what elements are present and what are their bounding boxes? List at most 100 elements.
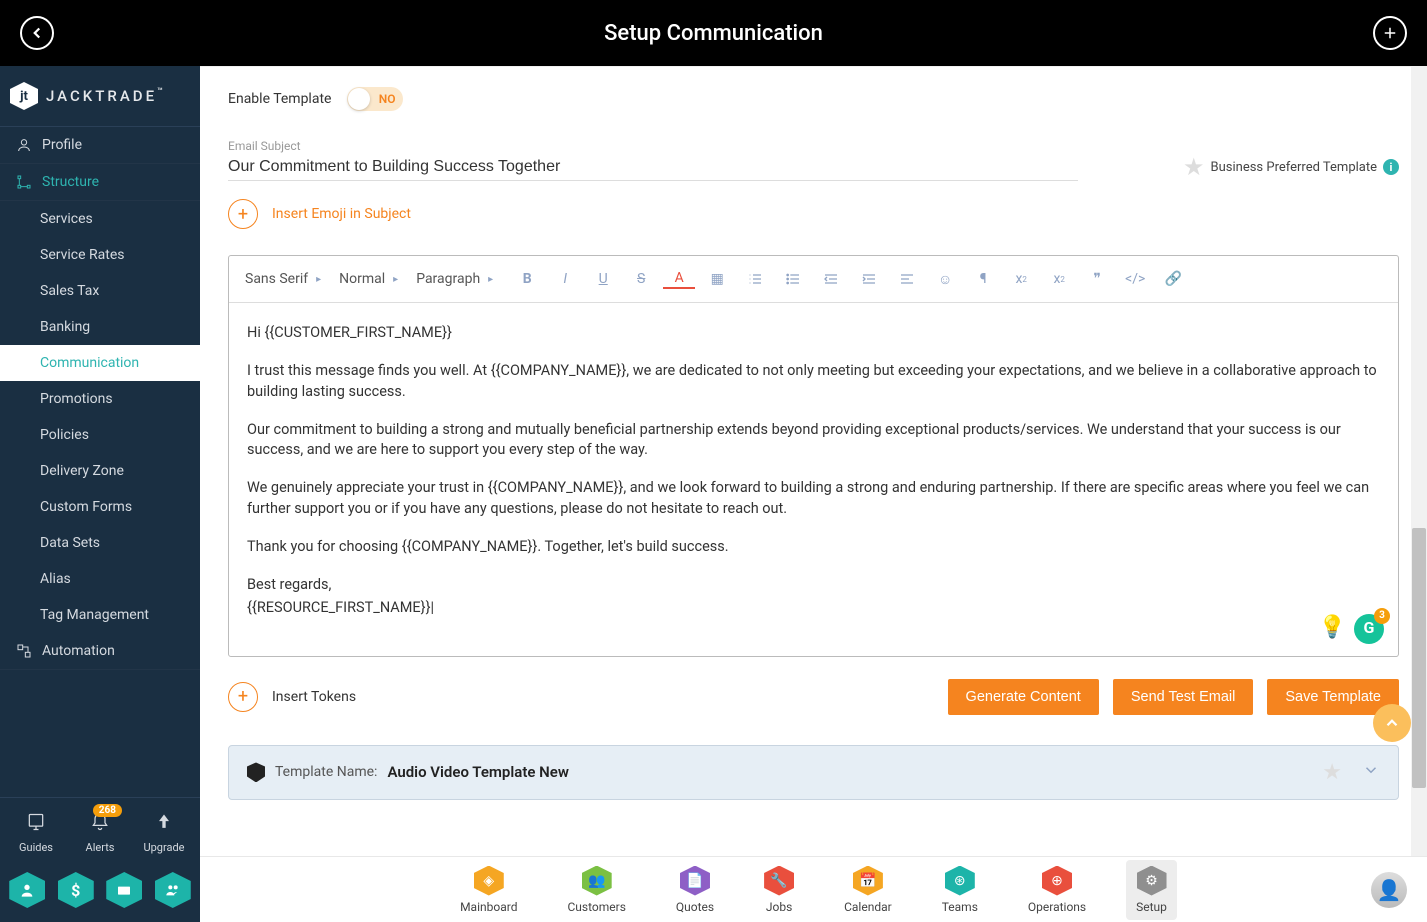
list-ol-icon[interactable] [739, 266, 771, 292]
bottomnav-customers[interactable]: 👥Customers [557, 860, 635, 920]
sidebar-sub-alias[interactable]: Alias [0, 561, 200, 597]
email-subject-input[interactable] [228, 154, 1078, 181]
sidebar-sub-delivery-zone[interactable]: Delivery Zone [0, 453, 200, 489]
hex-card-icon[interactable] [106, 872, 142, 908]
hex-icon: 🔧 [764, 866, 794, 896]
sidebar-sub-policies[interactable]: Policies [0, 417, 200, 453]
plus-circle-icon: + [228, 199, 258, 229]
alerts-badge: 268 [93, 804, 122, 817]
editor-toolbar: Sans Serif▸ Normal▸ Paragraph▸ B I U S A… [229, 256, 1398, 303]
chevron-down-icon[interactable] [1362, 761, 1380, 783]
quote-icon[interactable]: ❞ [1081, 266, 1113, 292]
structure-icon [16, 174, 32, 190]
sidebar-sub-services[interactable]: Services [0, 201, 200, 237]
editor-line: Best regards, [247, 575, 1380, 595]
bottomnav-mainboard[interactable]: ◈Mainboard [450, 860, 527, 920]
bottomnav-teams[interactable]: ⊛Teams [932, 860, 988, 920]
scrollbar-thumb[interactable] [1412, 528, 1426, 788]
editor: Sans Serif▸ Normal▸ Paragraph▸ B I U S A… [228, 255, 1399, 657]
hex-people-icon[interactable] [155, 872, 191, 908]
hex-person-icon[interactable] [9, 872, 45, 908]
direction-icon[interactable]: ¶ [967, 266, 999, 292]
italic-icon[interactable]: I [549, 266, 581, 292]
logo[interactable]: jt JACKTRADE™ [0, 66, 200, 127]
preferred-template-label: Business Preferred Template [1211, 160, 1377, 175]
bottomnav-operations[interactable]: ⊕Operations [1018, 860, 1096, 920]
lightbulb-icon[interactable]: 💡 [1319, 613, 1346, 644]
text-color-icon[interactable]: A [663, 269, 695, 289]
sidebar-item-profile[interactable]: Profile [0, 127, 200, 164]
editor-line: I trust this message finds you well. At … [247, 361, 1380, 402]
hex-icon: ⊛ [945, 866, 975, 896]
template-name-value: Audio Video Template New [387, 763, 569, 781]
sidebar-sub-custom-forms[interactable]: Custom Forms [0, 489, 200, 525]
insert-emoji-button[interactable]: + Insert Emoji in Subject [228, 199, 1399, 229]
enable-template-label: Enable Template [228, 91, 331, 107]
sidebar-sub-data-sets[interactable]: Data Sets [0, 525, 200, 561]
bottomnav-calendar[interactable]: 📅Calendar [834, 860, 902, 920]
sidebar-sub-service-rates[interactable]: Service Rates [0, 237, 200, 273]
sidebar-item-automation[interactable]: Automation [0, 633, 200, 670]
info-icon[interactable]: i [1383, 159, 1399, 175]
emoji-icon[interactable]: ☺ [929, 266, 961, 292]
strike-icon[interactable]: S [625, 266, 657, 292]
device-icon [6, 812, 66, 837]
main-content: Enable Template NO Email Subject ★ Busin… [200, 66, 1427, 922]
sidebar-sub-banking[interactable]: Banking [0, 309, 200, 345]
add-button[interactable] [1373, 16, 1407, 50]
editor-line: {{RESOURCE_FIRST_NAME}}| [247, 598, 1380, 618]
editor-line: Hi {{CUSTOMER_FIRST_NAME}} [247, 323, 1380, 343]
guides-button[interactable]: Guides [6, 812, 66, 854]
sidebar-sub-promotions[interactable]: Promotions [0, 381, 200, 417]
font-dropdown[interactable]: Sans Serif▸ [245, 269, 333, 289]
grammarly-icon[interactable]: G3 [1354, 614, 1384, 644]
editor-line: Thank you for choosing {{COMPANY_NAME}}.… [247, 537, 1380, 557]
bold-icon[interactable]: B [511, 266, 543, 292]
sidebar-sub-sales-tax[interactable]: Sales Tax [0, 273, 200, 309]
arrow-up-icon [134, 812, 194, 837]
sidebar-sub-tag-management[interactable]: Tag Management [0, 597, 200, 633]
bottomnav-quotes[interactable]: 📄Quotes [666, 860, 724, 920]
send-test-email-button[interactable]: Send Test Email [1113, 679, 1254, 715]
shield-icon [247, 762, 265, 782]
upgrade-button[interactable]: Upgrade [134, 812, 194, 854]
editor-line: We genuinely appreciate your trust in {{… [247, 478, 1380, 519]
superscript-icon[interactable]: x2 [1043, 266, 1075, 292]
hex-icon: ⚙ [1137, 866, 1167, 896]
scrollbar[interactable] [1411, 66, 1427, 856]
subscript-icon[interactable]: x2 [1005, 266, 1037, 292]
size-dropdown[interactable]: Normal▸ [339, 269, 410, 289]
enable-template-toggle[interactable]: NO [347, 87, 403, 111]
highlight-icon[interactable]: ▦ [701, 266, 733, 292]
underline-icon[interactable]: U [587, 266, 619, 292]
bottomnav-jobs[interactable]: 🔧Jobs [754, 860, 804, 920]
scroll-top-button[interactable] [1373, 704, 1411, 742]
hex-icon: ⊕ [1042, 866, 1072, 896]
outdent-icon[interactable] [815, 266, 847, 292]
editor-line: Our commitment to building a strong and … [247, 420, 1380, 461]
list-ul-icon[interactable] [777, 266, 809, 292]
avatar[interactable]: 👤 [1371, 872, 1407, 908]
star-icon[interactable]: ★ [1322, 760, 1342, 785]
star-icon[interactable]: ★ [1183, 153, 1205, 181]
block-dropdown[interactable]: Paragraph▸ [416, 269, 505, 289]
automation-icon [16, 643, 32, 659]
sidebar-item-structure[interactable]: Structure [0, 164, 200, 201]
sidebar-sub-communication[interactable]: Communication [0, 345, 200, 381]
generate-content-button[interactable]: Generate Content [948, 679, 1099, 715]
template-row[interactable]: Template Name: Audio Video Template New … [228, 745, 1399, 800]
code-icon[interactable]: </> [1119, 266, 1151, 292]
indent-icon[interactable] [853, 266, 885, 292]
hex-icon: 👥 [582, 866, 612, 896]
link-icon[interactable]: 🔗 [1157, 266, 1189, 292]
back-button[interactable] [20, 16, 54, 50]
hex-icon: ◈ [474, 866, 504, 896]
bottomnav-setup[interactable]: ⚙Setup [1126, 860, 1177, 920]
person-icon [16, 137, 32, 153]
hex-dollar-icon[interactable]: $ [58, 872, 94, 908]
page-title: Setup Communication [604, 21, 823, 46]
editor-body[interactable]: Hi {{CUSTOMER_FIRST_NAME}} I trust this … [229, 303, 1398, 656]
align-icon[interactable] [891, 266, 923, 292]
insert-tokens-button[interactable]: + Insert Tokens [228, 682, 356, 712]
alerts-button[interactable]: 268 Alerts [70, 812, 130, 854]
